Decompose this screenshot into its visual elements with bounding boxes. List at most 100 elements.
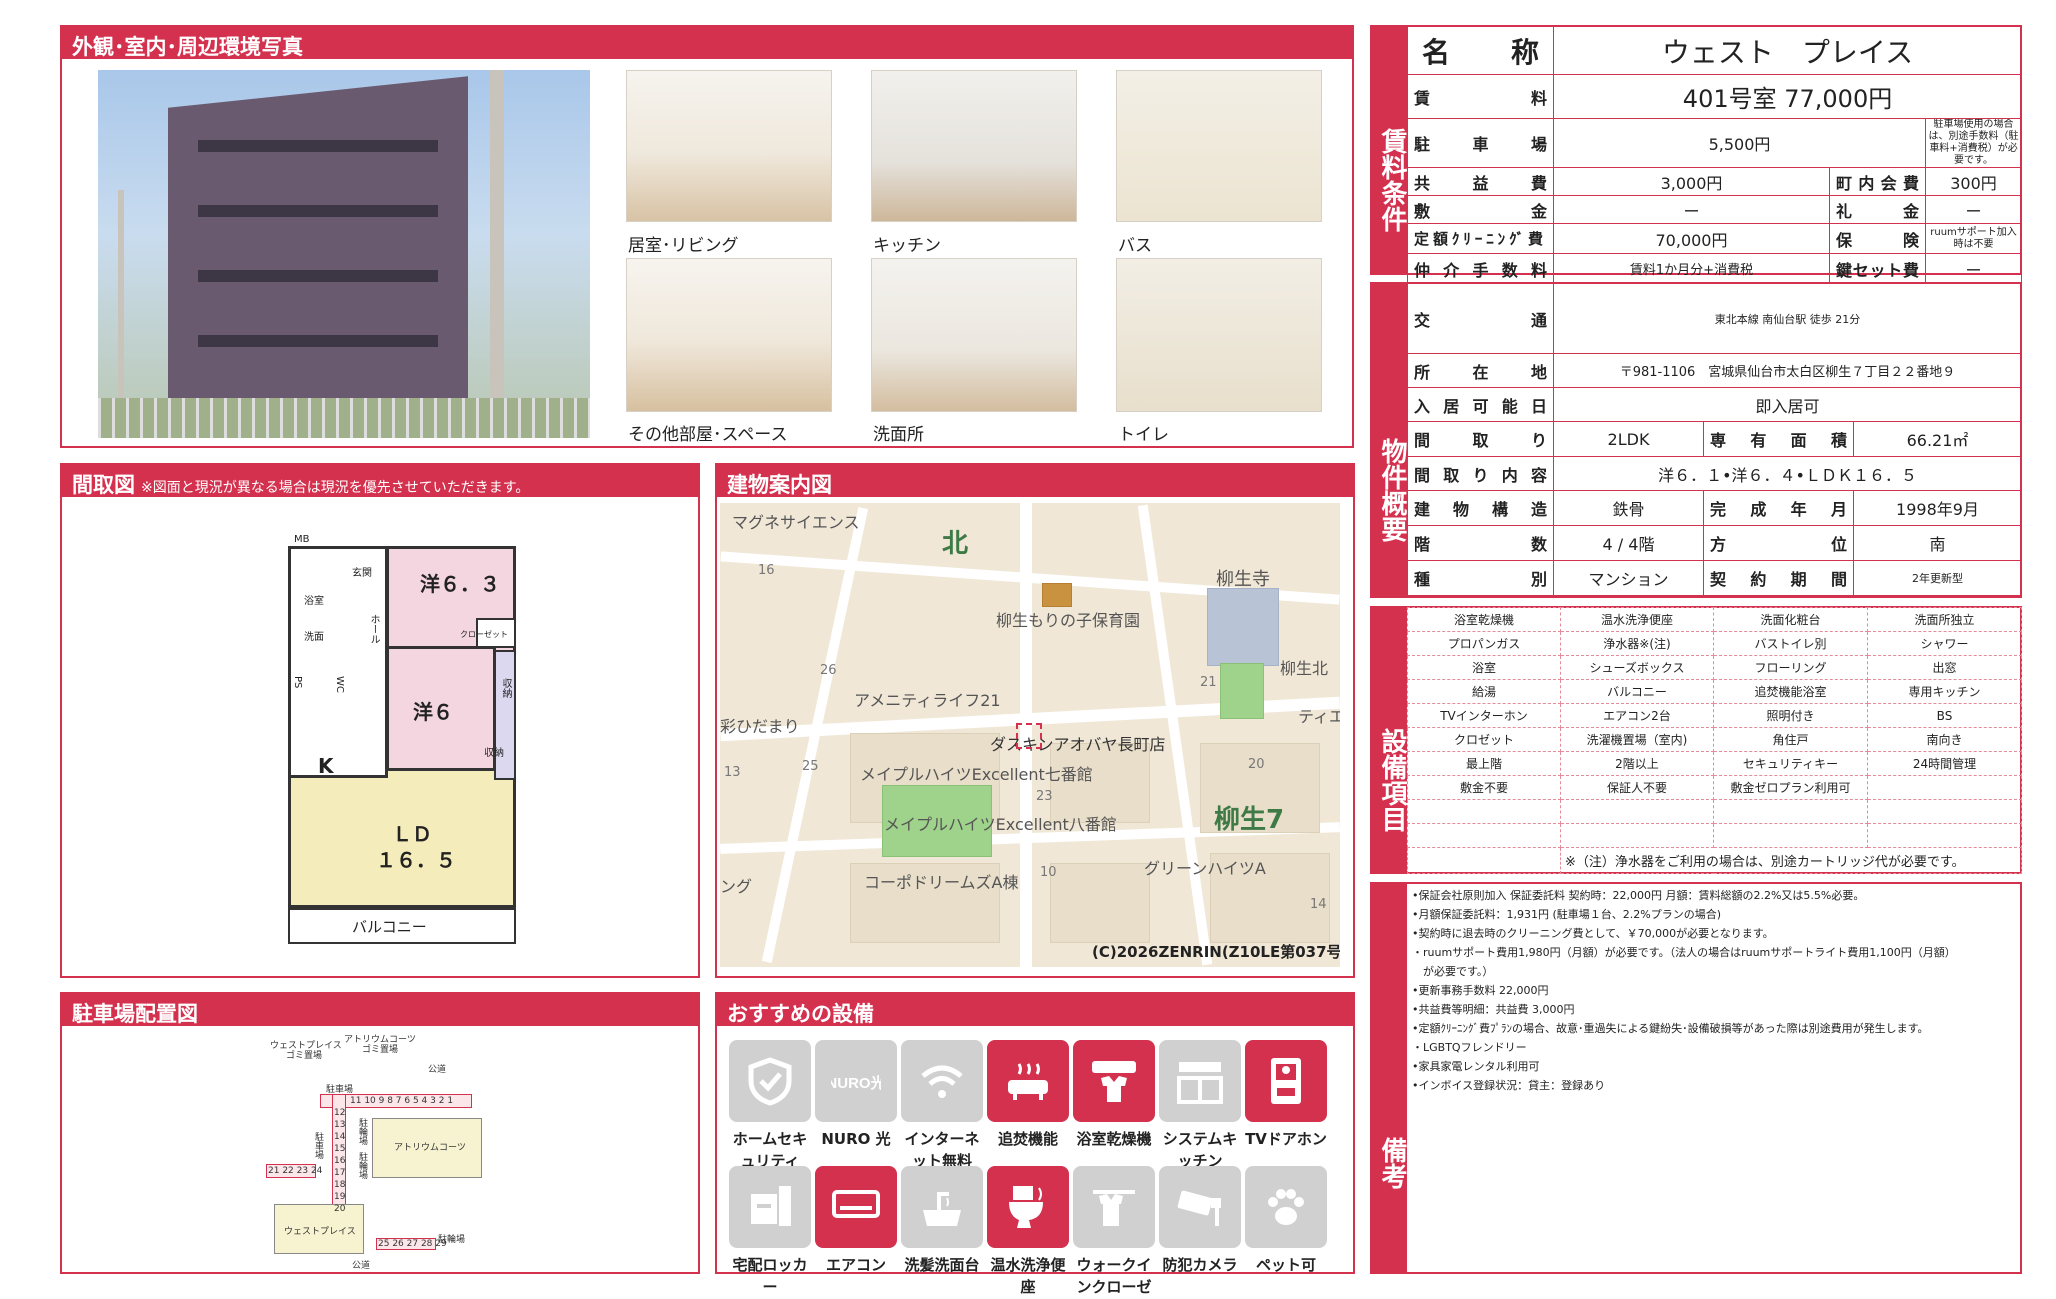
- camera-amenity[interactable]: [1159, 1166, 1241, 1248]
- remarks-line: •契約時に退去時のクリーニング費として、￥70,000が必要となります。: [1412, 927, 1774, 940]
- equipment-cell: [1407, 799, 1561, 824]
- bath-photo[interactable]: [1116, 70, 1322, 222]
- rent-name-value: ウェスト プレイス: [1552, 26, 2023, 75]
- property-detail-value: 洋６．１•洋６．４•ＬＤＫ１６．５: [1552, 456, 2023, 491]
- other-room-photo[interactable]: [626, 258, 832, 412]
- map-copyright: (C)2026ZENRIN(Z10LE第037号): [1092, 943, 1340, 961]
- kitchen-photo[interactable]: [871, 70, 1077, 222]
- map-label-hoikuen: 柳生もりの子保育園: [996, 611, 1141, 630]
- camera-icon: [1177, 1190, 1221, 1226]
- photo-label-bath: バス: [1118, 236, 1152, 256]
- toilet-photo[interactable]: [1116, 258, 1322, 412]
- map-pin-icon: [1016, 723, 1042, 749]
- remarks-line: ・ruumサポート費用1,980円（月額）が必要です。（法人の場合はruumサポ…: [1412, 946, 1956, 959]
- closet-amenity[interactable]: [1073, 1166, 1155, 1248]
- equipment-cell: 専用キッチン: [1867, 679, 2022, 704]
- equipment-cell: 浄水器※(注): [1560, 631, 1714, 656]
- map-num-20: 20: [1248, 757, 1265, 772]
- map-title: 建物案内図: [717, 465, 1353, 497]
- property-tab: 物件概要: [1371, 283, 1407, 597]
- remarks-line: •定額ｸﾘｰﾆﾝｸﾞ費ﾌﾟﾗﾝの場合、故意･重過失による鍵紛失･設備破損等があっ…: [1412, 1022, 1929, 1035]
- parking-label-road-top: 公道: [428, 1065, 447, 1075]
- label-hall: ホール: [368, 614, 379, 644]
- shield-icon: [748, 1057, 792, 1106]
- floorplan-note: ※図面と現況が異なる場合は現況を優先させていただきます。: [141, 480, 530, 496]
- rent-rent-label: 賃料: [1407, 74, 1554, 119]
- parking-col-13: 13: [334, 1120, 346, 1130]
- parking-label-gomi2: ゴミ置場: [362, 1045, 399, 1055]
- rent-table: 名称 ウェスト プレイス 賃料 401号室 77,000円 駐車場 5,500円…: [1407, 26, 2023, 284]
- dryer-icon: [1092, 1061, 1136, 1102]
- toilet-icon: [1009, 1186, 1043, 1228]
- equipment-footnote: ※（注）浄水器をご利用の場合は、別途カートリッジ代が必要です。: [1560, 847, 2022, 874]
- remarks-line: •家具家電レンタル利用可: [1412, 1060, 1540, 1073]
- sink-amenity[interactable]: [901, 1166, 983, 1248]
- equipment-cell: プロパンガス: [1407, 631, 1561, 656]
- map-num-13: 13: [724, 765, 741, 780]
- equipment-cell: [1713, 799, 1868, 824]
- rent-cleaning-label: 定額ｸﾘｰﾆﾝｸﾞ費: [1407, 223, 1554, 254]
- equipment-table: 浴室乾燥機 温水洗浄便座 洗面化粧台 洗面所独立 プロパンガス 浄水器※(注) バストイレ別…: [1407, 607, 2022, 874]
- parking-col-12: 12: [334, 1108, 346, 1118]
- property-direction-value: 南: [1852, 525, 2023, 561]
- equipment-cell: [1867, 775, 2022, 800]
- remarks-line: •保証会社原則加入 保証委託料 契約時：22,000円 月額：賃料総額の2.2%…: [1412, 889, 1865, 902]
- locker-amenity[interactable]: [729, 1166, 811, 1248]
- amenity-label: 宅配ロッカー: [732, 1256, 808, 1296]
- property-table: 交通 東北本線 南仙台駅 徒歩 21分 所在地 〒981-1106 宮城県仙台市…: [1407, 283, 2023, 596]
- amenity-label: ペット可: [1255, 1256, 1316, 1274]
- property-address-label: 所在地: [1407, 353, 1554, 388]
- amenity-label: 追焚機能: [997, 1130, 1058, 1148]
- map-label-north: 北: [942, 529, 969, 559]
- intercom-icon: [1271, 1058, 1301, 1104]
- rent-broker-label: 仲介手数料: [1407, 253, 1554, 284]
- floorplan-drawing[interactable]: 洋６．３ 洋６ ＬＤ １６．５ K バルコニー MB 玄関 浴室 洗面 ホール …: [280, 528, 530, 948]
- amenity-label: エアコン: [825, 1256, 886, 1274]
- area-map[interactable]: 北 マグネサイエンス 柳生もりの子保育園 柳生寺 アメニティライフ21 彩ひだま…: [720, 503, 1340, 967]
- parking-left-row: 21 22 23 24: [268, 1166, 323, 1176]
- aircon-amenity[interactable]: [815, 1166, 897, 1248]
- equipment-cell: 敷金不要: [1407, 775, 1561, 800]
- photo-label-living: 居室･リビング: [628, 236, 739, 256]
- living-photo[interactable]: [626, 70, 832, 222]
- property-structure-label: 建物構造: [1407, 490, 1554, 526]
- parking-label-chusha2: 駐車場: [313, 1132, 323, 1159]
- equipment-cell: 敷金ゼロプラン利用可: [1713, 775, 1868, 800]
- map-label-magune: マグネサイエンス: [732, 513, 860, 532]
- equipment-cell: 給湯: [1407, 679, 1561, 704]
- rent-parking-value: 5,500円: [1553, 118, 1926, 168]
- rent-common-value: 3,000円: [1553, 167, 1830, 196]
- room-storage: [494, 650, 516, 780]
- equipment-cell: バルコニー: [1560, 679, 1714, 704]
- property-area-label: 専有面積: [1703, 421, 1854, 457]
- property-movein-value: 即入居可: [1552, 387, 2023, 422]
- rent-keyset-value: ー: [1924, 253, 2023, 284]
- property-floor-label: 階数: [1407, 525, 1554, 561]
- map-label-amenity: アメニティライフ21: [854, 691, 1001, 710]
- equipment-cell: 浴室乾燥機: [1407, 607, 1561, 632]
- exterior-photo[interactable]: [98, 70, 590, 438]
- rent-common-label: 共益費: [1407, 167, 1554, 196]
- map-num-14: 14: [1310, 897, 1327, 912]
- intercom-amenity[interactable]: [1245, 1040, 1327, 1122]
- amenity-label: 洗髪洗面台: [904, 1256, 980, 1274]
- toilet-amenity[interactable]: [987, 1166, 1069, 1248]
- map-num-23: 23: [1036, 789, 1053, 804]
- label-yo6: 洋６: [413, 700, 453, 724]
- wifi-amenity[interactable]: [901, 1040, 983, 1122]
- photo-label-washroom: 洗面所: [873, 425, 924, 445]
- paw-amenity[interactable]: [1245, 1166, 1327, 1248]
- shield-amenity[interactable]: [729, 1040, 811, 1122]
- amenity-label: NURO 光: [821, 1130, 891, 1148]
- amenity-label: 防犯カメラ: [1162, 1256, 1238, 1274]
- nuro-amenity[interactable]: NURO光: [815, 1040, 897, 1122]
- equipment-cell: 保証人不要: [1560, 775, 1714, 800]
- dryer-amenity[interactable]: [1073, 1040, 1155, 1122]
- bathtub-amenity[interactable]: [987, 1040, 1069, 1122]
- parking-diagram[interactable]: ウェストプレイス ゴミ置場 アトリウムコーツ ゴミ置場 公道 公道 駐車場 駐車…: [260, 1035, 520, 1271]
- equipment-cell: バストイレ別: [1713, 631, 1868, 656]
- parking-label-gomi: ゴミ置場: [286, 1051, 323, 1061]
- map-label-maple7: メイプルハイツExcellent七番館: [860, 765, 1093, 784]
- kitchen-amenity[interactable]: [1159, 1040, 1241, 1122]
- washroom-photo[interactable]: [871, 258, 1077, 412]
